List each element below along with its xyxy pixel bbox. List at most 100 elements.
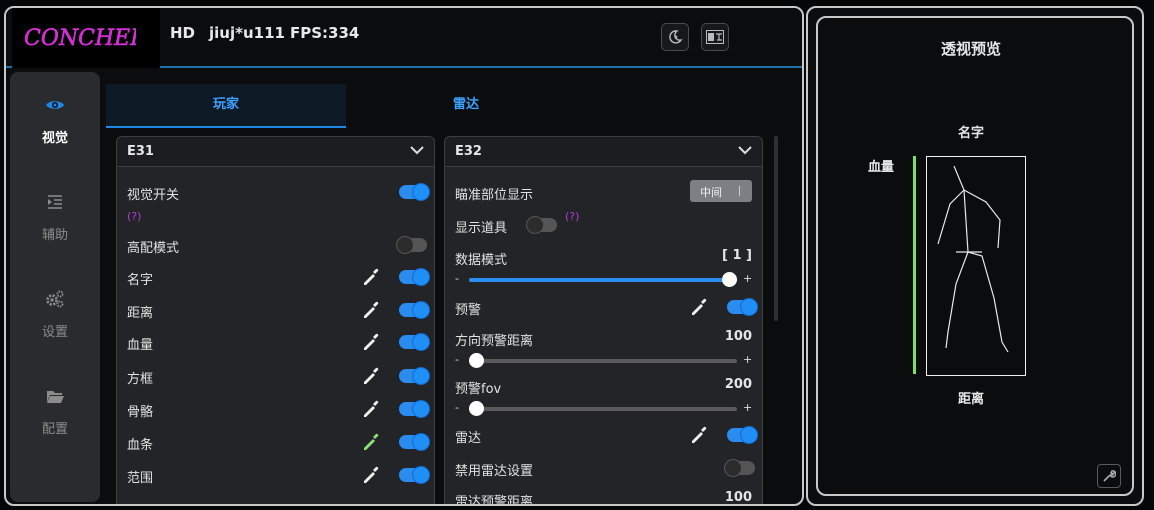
slider-plus[interactable]: +	[743, 353, 752, 366]
slider-knob[interactable]	[722, 272, 737, 287]
sidebar-item-settings[interactable]: 设置	[10, 266, 100, 356]
logo-mark: CONCHEB	[24, 26, 136, 50]
skeleton-toggle[interactable]	[399, 401, 429, 417]
color-picker-icon[interactable]	[361, 431, 381, 451]
radar-label: 雷达	[455, 431, 482, 446]
health-bar-toggle[interactable]	[399, 434, 429, 450]
data-mode-slider[interactable]	[469, 272, 737, 287]
sidebar-item-label: 视觉	[41, 131, 68, 146]
username-label: jiuj*u111	[209, 24, 285, 42]
panel-header[interactable]: E31	[117, 137, 434, 167]
preview-health-label: 血量	[868, 160, 895, 175]
range-label: 范围	[127, 471, 154, 486]
tab-bar: 玩家 雷达	[106, 84, 686, 128]
warning-label: 预警	[455, 303, 482, 318]
data-mode-value: [ 1 ]	[722, 248, 752, 263]
quality-label: HD	[170, 24, 196, 42]
color-picker-icon[interactable]	[689, 424, 709, 444]
preview-frame: 透视预览 名字 血量 距离	[816, 16, 1134, 496]
preview-distance-label: 距离	[958, 392, 985, 407]
disable-radar-label: 禁用雷达设置	[455, 464, 534, 479]
slider-minus[interactable]: -	[455, 401, 459, 414]
settings-panel-e31: E31 视觉开关 (?) 高配模式 名字 距离 血量 方框 骨骼 血条 范围	[116, 136, 435, 504]
data-mode-label: 数据模式	[455, 253, 508, 268]
distance-toggle[interactable]	[399, 302, 429, 318]
slider-minus[interactable]: -	[455, 353, 459, 366]
scrollbar[interactable]	[774, 136, 778, 321]
dir-warn-dist-slider[interactable]	[469, 353, 737, 368]
slider-minus[interactable]: -	[455, 272, 459, 285]
aim-display-select[interactable]: 中间	[690, 180, 752, 202]
preview-window: 透视预览 名字 血量 距离	[806, 6, 1144, 506]
eye-icon	[46, 101, 64, 109]
list-indent-icon	[48, 195, 62, 209]
color-picker-icon[interactable]	[361, 398, 381, 418]
sidebar: 视觉 辅助 设置 配置	[10, 72, 100, 502]
settings-panel-e32: E32 瞄准部位显示 中间 显示道具 (?) 数据模式 [ 1 ] - + 预警…	[444, 136, 763, 505]
color-picker-icon[interactable]	[361, 464, 381, 484]
panel-header[interactable]: E32	[445, 137, 762, 167]
chevron-down-icon	[410, 146, 424, 155]
help-link[interactable]: (?)	[127, 210, 141, 223]
slider-plus[interactable]: +	[743, 401, 752, 414]
dir-warn-dist-label: 方向预警距离	[455, 334, 534, 349]
health-toggle[interactable]	[399, 334, 429, 350]
aim-display-value: 中间	[700, 186, 722, 199]
name-toggle[interactable]	[399, 269, 429, 285]
sidebar-item-visual[interactable]: 视觉	[10, 72, 100, 162]
color-picker-icon[interactable]	[361, 365, 381, 385]
color-picker-icon[interactable]	[361, 266, 381, 286]
wrench-icon	[1103, 470, 1116, 482]
range-toggle[interactable]	[399, 467, 429, 483]
preview-health-bar	[913, 156, 916, 374]
gears-icon	[46, 290, 64, 308]
top-bar: CONCHEB HD jiuj*u111 FPS:334	[6, 8, 802, 68]
svg-text:CONCHEB: CONCHEB	[24, 26, 136, 50]
panel-title: E32	[455, 144, 482, 159]
visual-switch-label: 视觉开关	[127, 188, 180, 203]
skeleton-label: 骨骼	[127, 405, 154, 420]
high-mode-toggle[interactable]	[397, 237, 427, 253]
sidebar-item-assist[interactable]: 辅助	[10, 169, 100, 259]
visual-switch-toggle[interactable]	[399, 184, 429, 200]
preview-name-label: 名字	[958, 126, 985, 141]
aim-display-label: 瞄准部位显示	[455, 188, 534, 203]
slider-knob[interactable]	[469, 401, 484, 416]
folder-open-icon	[47, 391, 64, 403]
slider-knob[interactable]	[469, 353, 484, 368]
sidebar-item-label: 配置	[41, 422, 68, 437]
warning-toggle[interactable]	[727, 299, 757, 315]
warn-fov-slider[interactable]	[469, 401, 737, 416]
health-label: 血量	[127, 338, 154, 353]
color-picker-icon[interactable]	[689, 296, 709, 316]
warn-fov-value: 200	[724, 377, 752, 392]
fps-counter: FPS:334	[290, 24, 360, 42]
preview-settings-button[interactable]	[1097, 464, 1121, 488]
language-button[interactable]	[701, 23, 729, 51]
sidebar-item-label: 设置	[41, 325, 68, 340]
name-label: 名字	[127, 273, 154, 288]
show-items-toggle[interactable]	[527, 217, 557, 233]
disable-radar-toggle[interactable]	[725, 460, 755, 476]
sidebar-item-label: 辅助	[41, 228, 68, 243]
color-picker-icon[interactable]	[361, 299, 381, 319]
tab-radar[interactable]: 雷达	[346, 84, 586, 128]
color-picker-icon[interactable]	[361, 331, 381, 351]
logo: CONCHEB	[12, 8, 160, 68]
tab-players[interactable]: 玩家	[106, 84, 346, 128]
select-divider	[739, 186, 740, 196]
high-mode-label: 高配模式	[127, 241, 180, 256]
warn-fov-label: 预警fov	[455, 382, 502, 397]
translate-icon	[706, 30, 724, 44]
radar-toggle[interactable]	[727, 427, 757, 443]
sidebar-item-config[interactable]: 配置	[10, 363, 100, 453]
chevron-down-icon	[738, 146, 752, 155]
slider-plus[interactable]: +	[743, 272, 752, 285]
radar-warn-dist-value: 100	[724, 490, 752, 505]
box-toggle[interactable]	[399, 368, 429, 384]
box-label: 方框	[127, 372, 154, 387]
slider-fill	[469, 278, 729, 282]
panel-title: E31	[127, 144, 154, 159]
theme-toggle-button[interactable]	[661, 23, 689, 51]
help-link[interactable]: (?)	[565, 210, 579, 223]
